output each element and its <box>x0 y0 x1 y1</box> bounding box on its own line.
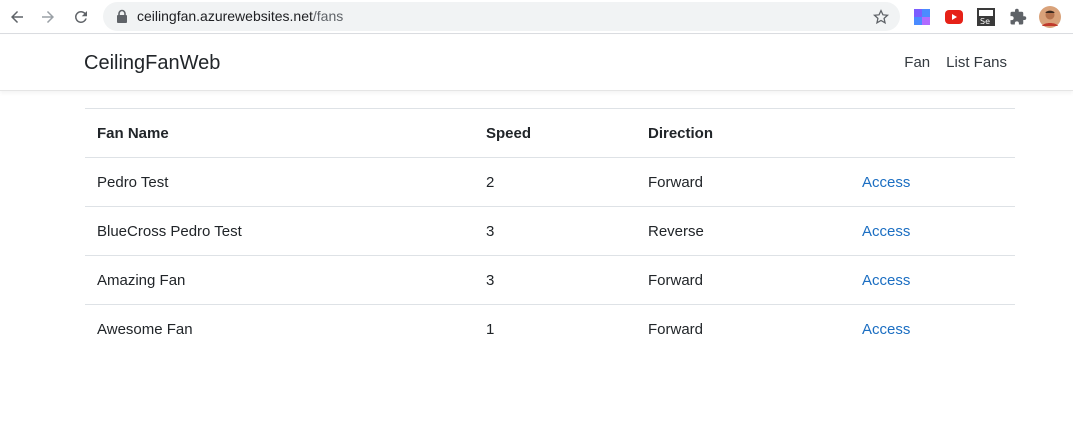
cell-fan-name: Amazing Fan <box>85 255 474 305</box>
puzzle-icon[interactable] <box>1007 6 1029 28</box>
table-row: Pedro Test 2 Forward Access <box>85 157 1015 207</box>
cell-speed: 2 <box>474 157 636 207</box>
cell-speed: 3 <box>474 255 636 305</box>
url-text: ceilingfan.azurewebsites.net/fans <box>137 8 343 24</box>
table-row: Amazing Fan 3 Forward Access <box>85 255 1015 305</box>
selenium-icon[interactable]: Se <box>975 6 997 28</box>
reload-icon[interactable] <box>69 5 93 29</box>
url-host: ceilingfan.azurewebsites.net <box>137 8 313 24</box>
back-arrow-icon[interactable] <box>5 5 29 29</box>
cell-action: Access <box>850 157 1015 207</box>
url-path: /fans <box>312 8 344 24</box>
nav-links: Fan List Fans <box>904 54 1007 71</box>
cell-direction: Forward <box>636 255 850 305</box>
access-link[interactable]: Access <box>862 223 910 240</box>
cell-direction: Forward <box>636 157 850 207</box>
table-row: BlueCross Pedro Test 3 Reverse Access <box>85 206 1015 256</box>
cell-fan-name: BlueCross Pedro Test <box>85 206 474 256</box>
nav-link-list-fans[interactable]: List Fans <box>946 54 1007 71</box>
fans-table-container: Fan Name Speed Direction Pedro Test 2 Fo… <box>85 108 1015 354</box>
cell-action: Access <box>850 206 1015 256</box>
forward-arrow-icon[interactable] <box>36 5 60 29</box>
header-direction: Direction <box>636 108 850 158</box>
browser-toolbar: ceilingfan.azurewebsites.net/fans Se <box>0 0 1073 34</box>
table-header-row: Fan Name Speed Direction <box>85 108 1015 158</box>
address-bar[interactable]: ceilingfan.azurewebsites.net/fans <box>103 2 900 31</box>
access-link[interactable]: Access <box>862 174 910 191</box>
cell-fan-name: Awesome Fan <box>85 304 474 354</box>
app-navbar: CeilingFanWeb Fan List Fans <box>0 35 1073 91</box>
bookmark-star-icon[interactable] <box>872 8 890 26</box>
nav-link-fan[interactable]: Fan <box>904 54 930 71</box>
lock-icon <box>117 9 127 23</box>
header-action <box>850 108 1015 158</box>
header-fan-name: Fan Name <box>85 108 474 158</box>
svg-text:Se: Se <box>980 17 990 26</box>
cell-action: Access <box>850 304 1015 354</box>
access-link[interactable]: Access <box>862 272 910 289</box>
extension-icon[interactable] <box>911 6 933 28</box>
cell-fan-name: Pedro Test <box>85 157 474 207</box>
access-link[interactable]: Access <box>862 321 910 338</box>
cell-direction: Forward <box>636 304 850 354</box>
cell-speed: 1 <box>474 304 636 354</box>
table-row: Awesome Fan 1 Forward Access <box>85 304 1015 354</box>
fans-table: Fan Name Speed Direction Pedro Test 2 Fo… <box>85 108 1015 354</box>
cell-direction: Reverse <box>636 206 850 256</box>
cell-action: Access <box>850 255 1015 305</box>
cell-speed: 3 <box>474 206 636 256</box>
profile-avatar-icon[interactable] <box>1039 6 1061 28</box>
header-speed: Speed <box>474 108 636 158</box>
brand-link[interactable]: CeilingFanWeb <box>84 52 220 75</box>
youtube-icon[interactable] <box>943 6 965 28</box>
